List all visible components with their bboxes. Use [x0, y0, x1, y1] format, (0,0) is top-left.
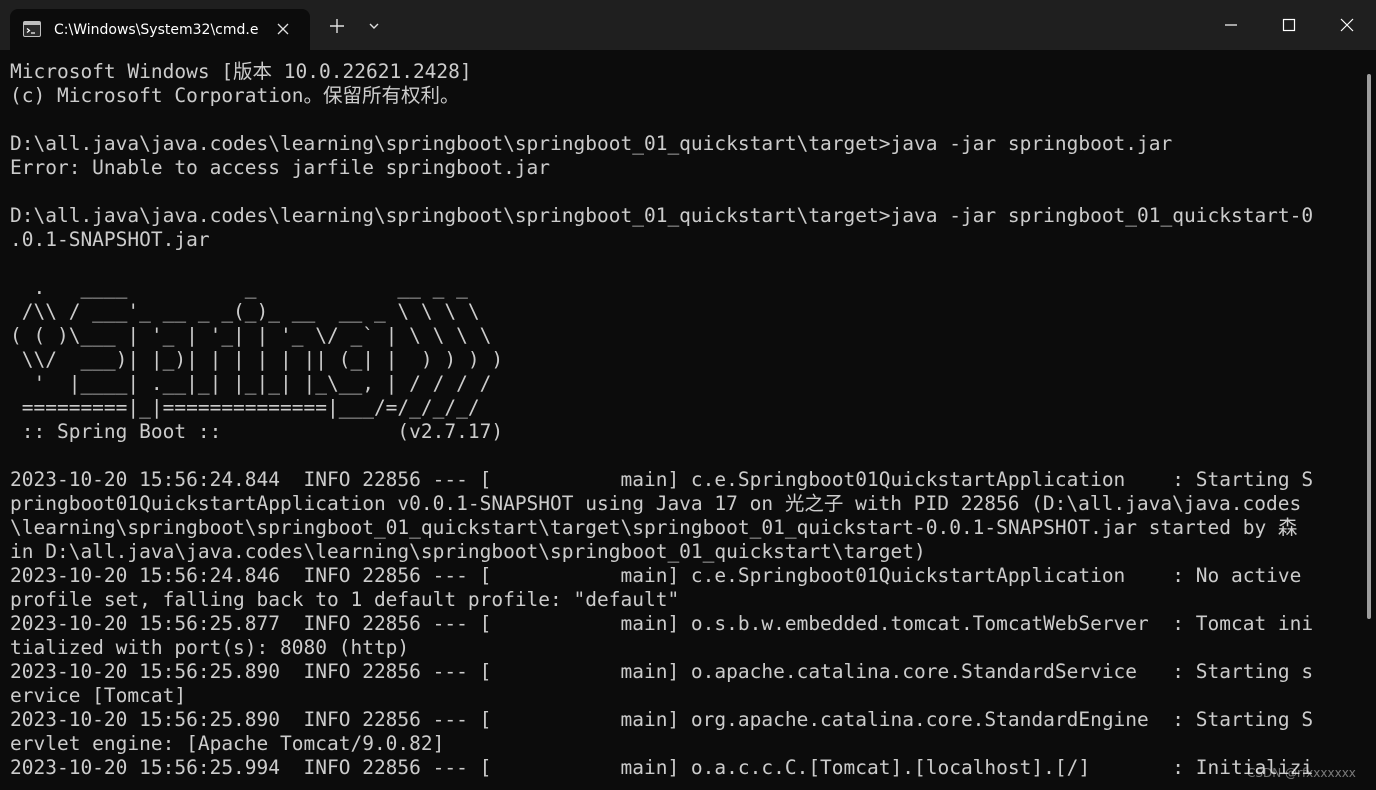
terminal-line: .0.1-SNAPSHOT.jar — [10, 228, 210, 251]
scrollbar-thumb[interactable] — [1367, 74, 1371, 619]
chevron-down-icon[interactable] — [360, 12, 388, 40]
new-tab-button[interactable] — [323, 12, 351, 40]
close-icon[interactable] — [274, 20, 292, 38]
log-line: \learning\springboot\springboot_01_quick… — [10, 516, 1298, 539]
maximize-icon — [1282, 18, 1296, 32]
ascii-banner-line: ' |____| .__|_| |_|_| |_\__, | / / / / — [10, 372, 492, 395]
tab-title: C:\Windows\System32\cmd.e — [54, 22, 259, 38]
terminal-line: Microsoft Windows [版本 10.0.22621.2428] — [10, 60, 472, 83]
ascii-banner-line: ( ( )\___ | '_ | '_| | '_ \/ _` | \ \ \ … — [10, 324, 492, 347]
log-line: 2023-10-20 15:56:24.846 INFO 22856 --- [… — [10, 564, 1302, 587]
spring-boot-version-line: :: Spring Boot :: (v2.7.17) — [10, 420, 504, 443]
terminal-line: D:\all.java\java.codes\learning\springbo… — [10, 132, 1173, 155]
minimize-icon — [1225, 24, 1237, 26]
log-line: ervice [Tomcat] — [10, 684, 187, 707]
ascii-banner-line: \\/ ___)| |_)| | | | | || (_| | ) ) ) ) — [10, 348, 504, 371]
terminal-line: Error: Unable to access jarfile springbo… — [10, 156, 551, 179]
log-line: 2023-10-20 15:56:24.844 INFO 22856 --- [… — [10, 468, 1314, 491]
maximize-button[interactable] — [1260, 0, 1318, 50]
cmd-console-icon — [23, 21, 41, 37]
close-icon — [1340, 18, 1354, 32]
title-bar[interactable]: C:\Windows\System32\cmd.e — [0, 0, 1376, 50]
log-line: pringboot01QuickstartApplication v0.0.1-… — [10, 492, 1302, 515]
ascii-banner-line: =========|_|==============|___/=/_/_/_/ — [10, 396, 480, 419]
log-line: 2023-10-20 15:56:25.890 INFO 22856 --- [… — [10, 660, 1314, 683]
vertical-scrollbar[interactable] — [1364, 50, 1376, 790]
log-line: 2023-10-20 15:56:25.877 INFO 22856 --- [… — [10, 612, 1314, 635]
close-button[interactable] — [1318, 0, 1376, 50]
log-line: tialized with port(s): 8080 (http) — [10, 636, 410, 659]
watermark: CSDN @rfxxxxxxx — [1247, 766, 1356, 780]
log-line: 2023-10-20 15:56:25.994 INFO 22856 --- [… — [10, 756, 1314, 779]
log-line: profile set, falling back to 1 default p… — [10, 588, 680, 611]
terminal-line: D:\all.java\java.codes\learning\springbo… — [10, 204, 1314, 227]
terminal-line: (c) Microsoft Corporation。保留所有权利。 — [10, 84, 460, 107]
log-line: 2023-10-20 15:56:25.890 INFO 22856 --- [… — [10, 708, 1314, 731]
ascii-banner-line: . ____ _ __ _ _ — [10, 276, 468, 299]
terminal-output[interactable]: Microsoft Windows [版本 10.0.22621.2428] (… — [0, 50, 1364, 790]
log-line: in D:\all.java\java.codes\learning\sprin… — [10, 540, 926, 563]
log-line: ervlet engine: [Apache Tomcat/9.0.82] — [10, 732, 445, 755]
minimize-button[interactable] — [1202, 0, 1260, 50]
tab-cmd[interactable]: C:\Windows\System32\cmd.e — [10, 9, 310, 50]
terminal-window: C:\Windows\System32\cmd.e Microsoft Wind… — [0, 0, 1376, 790]
ascii-banner-line: /\\ / ___'_ __ _ _(_)_ __ __ _ \ \ \ \ — [10, 300, 480, 323]
